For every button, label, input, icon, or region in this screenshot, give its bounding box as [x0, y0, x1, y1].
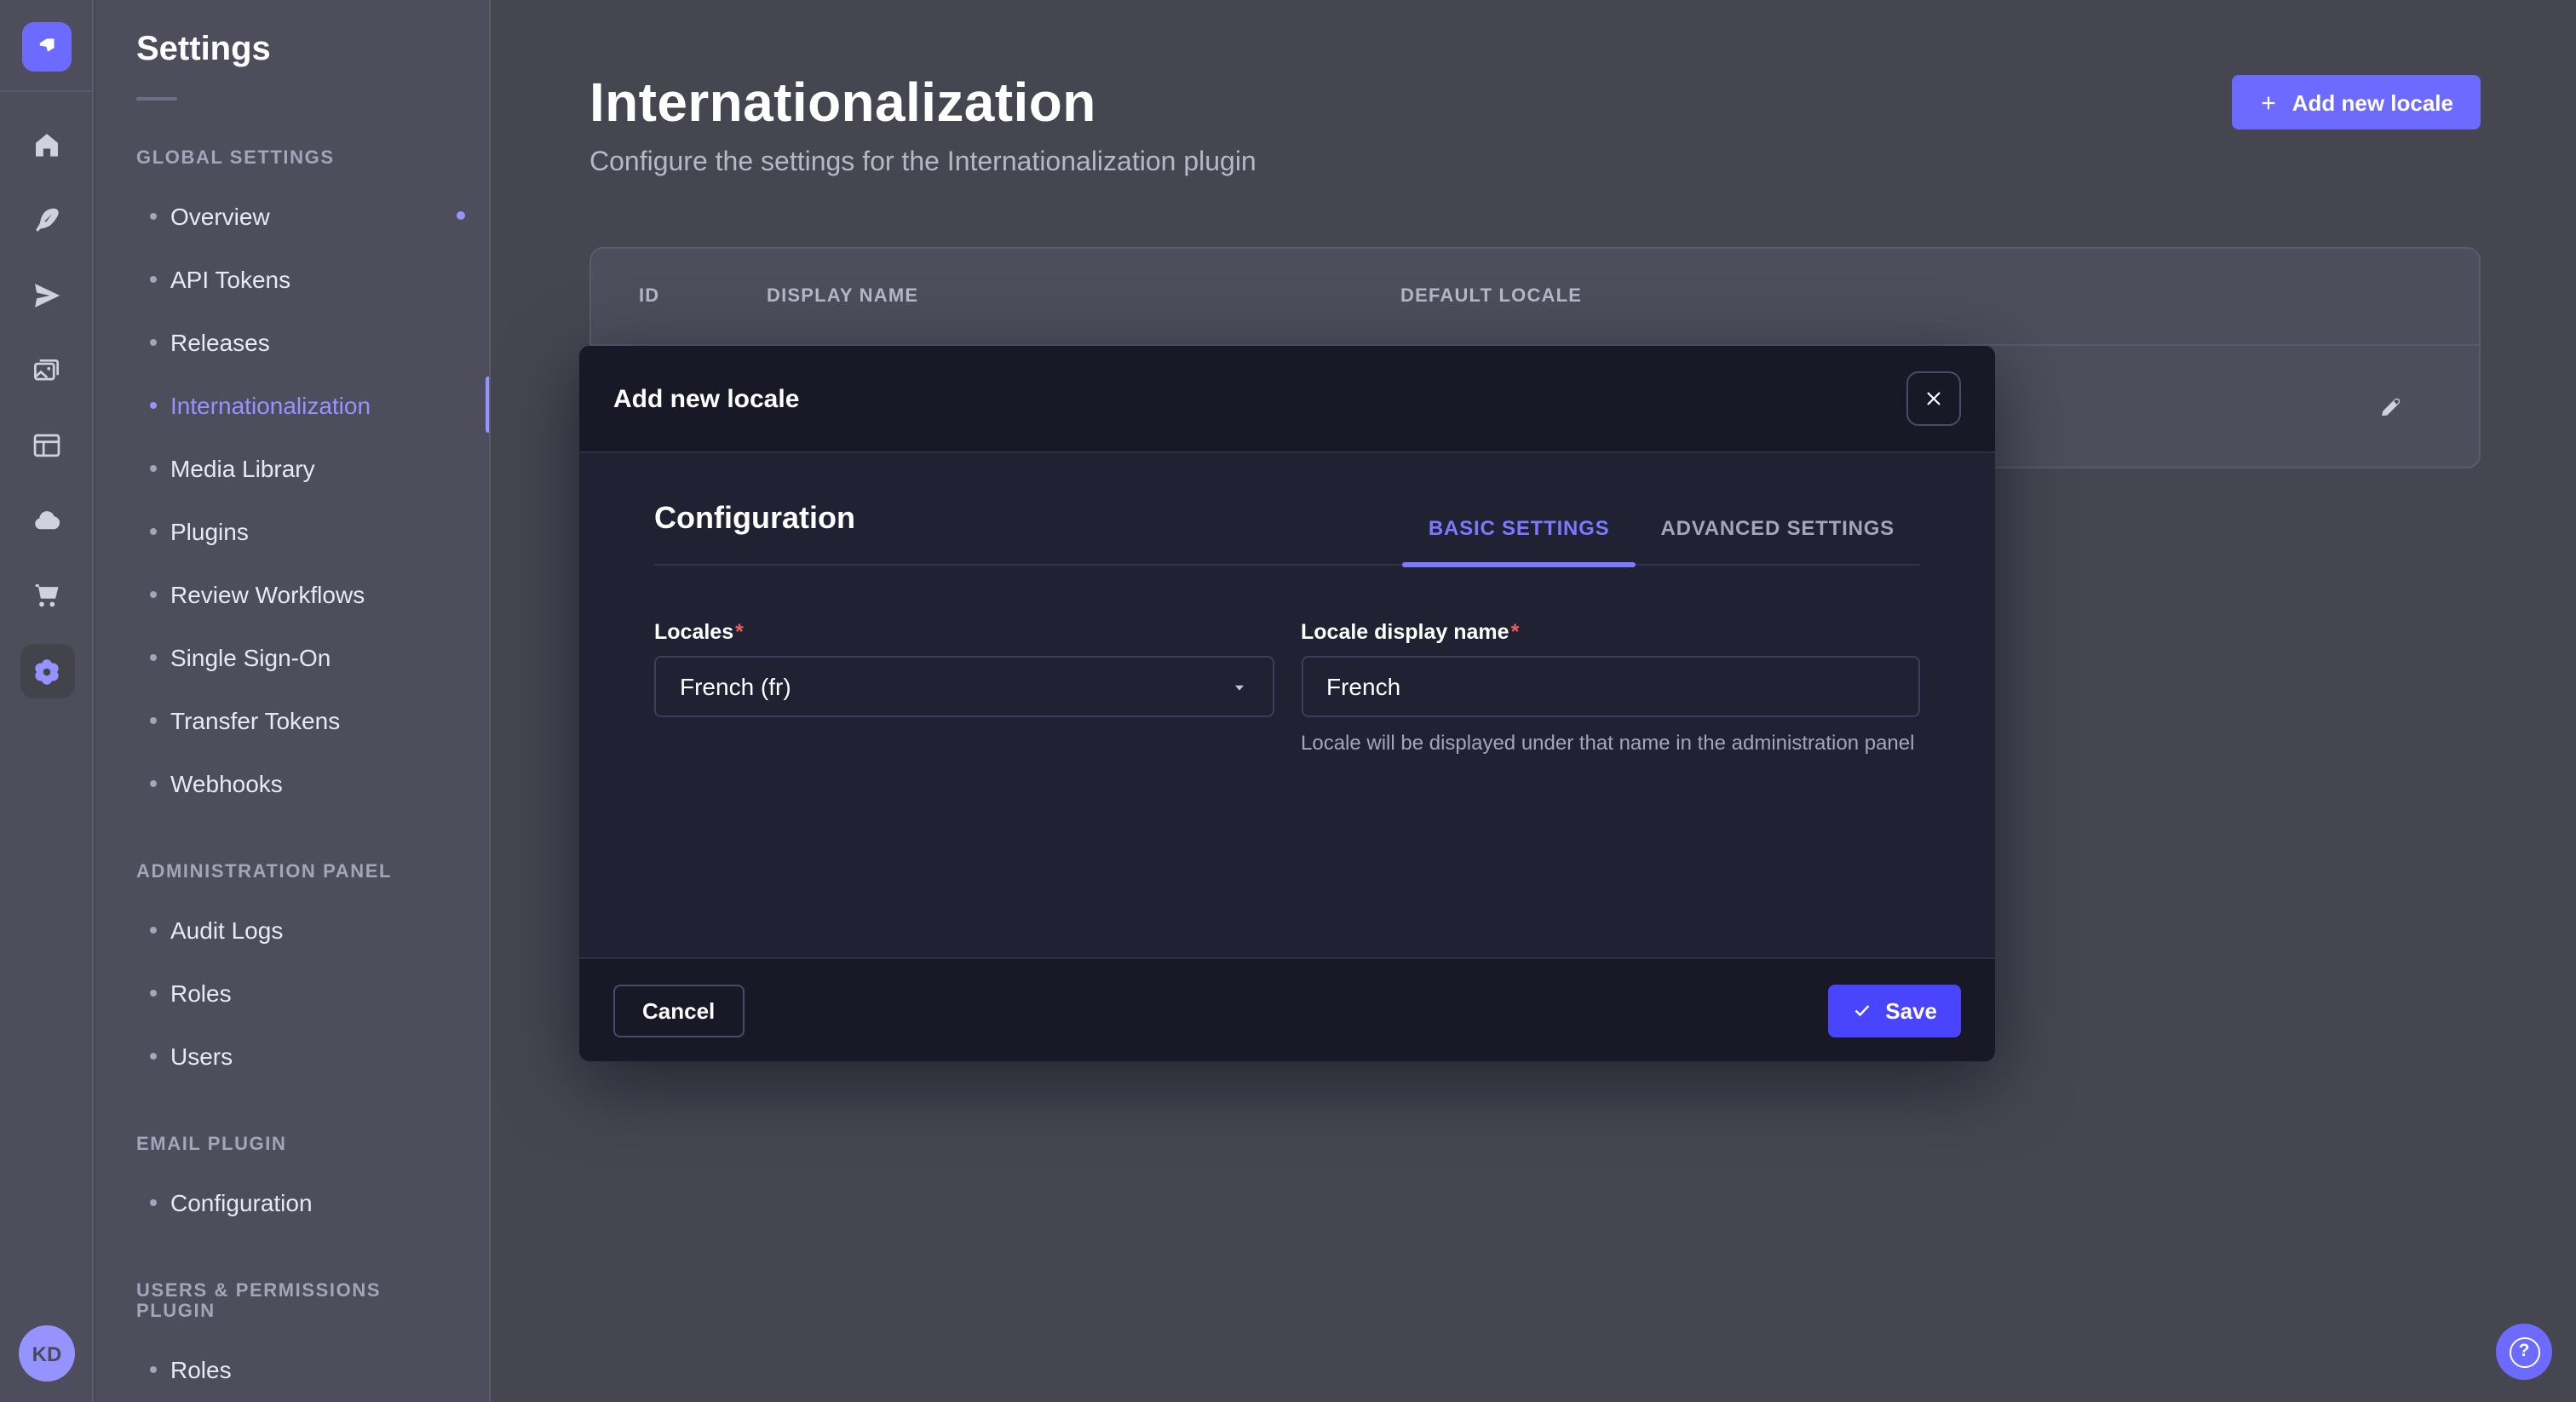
tab-advanced-settings[interactable]: ADVANCED SETTINGS: [1635, 516, 1920, 564]
close-modal-button[interactable]: [1906, 371, 1961, 426]
display-name-field: Locale display name* Locale will be disp…: [1301, 617, 1920, 779]
locales-select[interactable]: French (fr): [654, 656, 1274, 717]
locale-form: Locales* French (fr) Locale display name…: [654, 617, 1920, 779]
display-name-label: Locale display name*: [1301, 620, 1519, 644]
locales-field: Locales* French (fr): [654, 617, 1274, 779]
configuration-header-row: Configuration BASIC SETTINGS ADVANCED SE…: [654, 501, 1920, 566]
required-asterisk: *: [735, 620, 744, 644]
check-icon: [1851, 1000, 1872, 1020]
add-locale-modal: Add new locale Configuration BASIC SETTI…: [579, 346, 1995, 1061]
modal-body: Configuration BASIC SETTINGS ADVANCED SE…: [579, 453, 1995, 957]
modal-title: Add new locale: [613, 384, 799, 413]
tab-basic-settings[interactable]: BASIC SETTINGS: [1403, 516, 1636, 564]
save-button[interactable]: Save: [1827, 984, 1961, 1037]
locales-select-value: French (fr): [680, 673, 791, 700]
configuration-title: Configuration: [654, 501, 855, 537]
strapi-admin-app: KD Settings GLOBAL SETTINGS Overview API…: [0, 0, 2576, 1402]
modal-header: Add new locale: [579, 346, 1995, 453]
locales-label: Locales*: [654, 620, 744, 644]
cancel-button[interactable]: Cancel: [613, 984, 744, 1037]
chevron-down-icon: [1229, 677, 1248, 696]
display-name-input[interactable]: [1301, 656, 1920, 717]
required-asterisk: *: [1511, 620, 1520, 644]
settings-tabs: BASIC SETTINGS ADVANCED SETTINGS: [1403, 516, 1920, 564]
modal-footer: Cancel Save: [579, 957, 1995, 1061]
close-icon: [1923, 388, 1944, 409]
display-name-hint: Locale will be displayed under that name…: [1301, 729, 1920, 759]
